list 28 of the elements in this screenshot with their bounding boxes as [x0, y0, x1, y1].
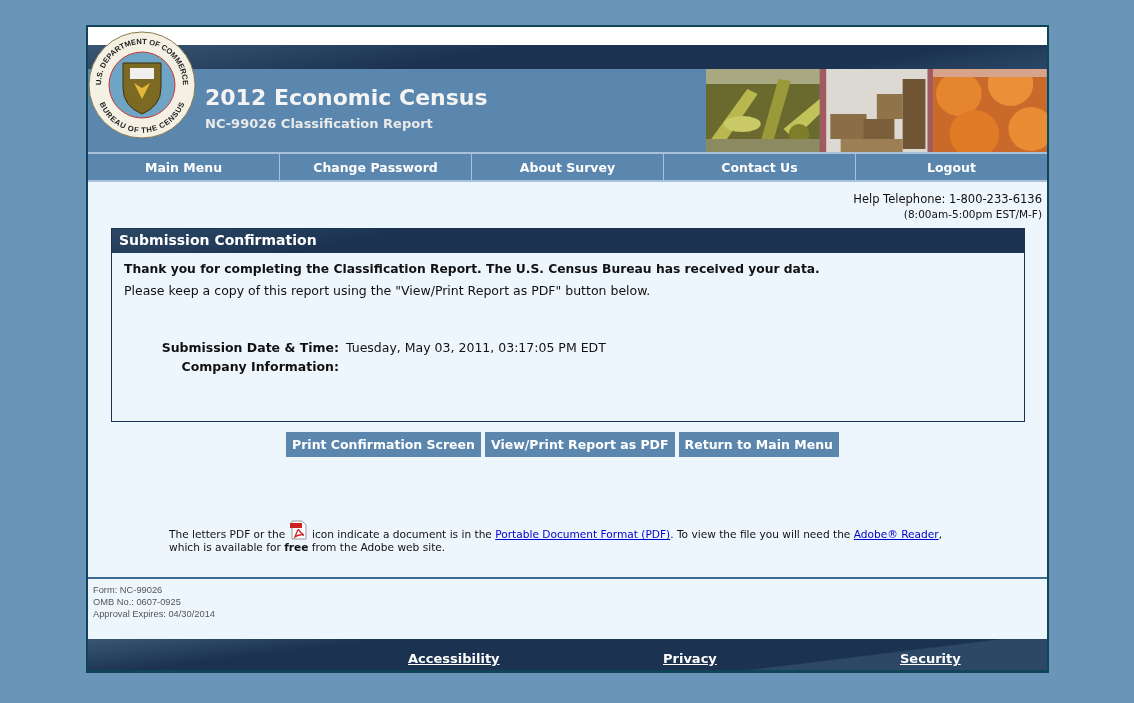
nav-link[interactable]: Contact Us	[663, 154, 855, 180]
form-info: OMB No.: 0607-0925	[93, 597, 182, 607]
pdf-format-link[interactable]: Portable Document Format (PDF)	[495, 528, 671, 540]
field-label: Company Information:	[180, 359, 339, 374]
site-title: 2012 Economic Census	[205, 85, 489, 110]
nav-link[interactable]: About Survey	[471, 154, 663, 180]
action-button[interactable]: Print Confirmation Screen	[286, 432, 481, 457]
footer-link[interactable]: Security	[900, 651, 961, 666]
report-subtitle: NC-99026 Classification Report	[205, 116, 434, 131]
field-value: Tuesday, May 03, 2011, 03:17:05 PM EDT	[346, 340, 607, 355]
footer-link[interactable]: Privacy	[663, 651, 717, 666]
action-button[interactable]: View/Print Report as PDF	[484, 432, 675, 457]
footer-link[interactable]: Accessibility	[408, 651, 500, 666]
form-info: Approval Expires: 04/30/2014	[93, 609, 216, 619]
form-info: Form: NC-99026	[93, 585, 164, 595]
nav-link[interactable]: Main Menu	[88, 154, 279, 180]
panel-title: Submission Confirmation	[112, 229, 1024, 253]
action-button[interactable]: Return to Main Menu	[678, 432, 839, 457]
help-telephone: Help Telephone: 1-800-233-6136	[853, 192, 1042, 206]
field-label: Submission Date & Time:	[160, 340, 339, 355]
help-hours: (8:00am-5:00pm EST/M-F)	[903, 208, 1042, 220]
adobe-reader-link[interactable]: Adobe® Reader	[853, 528, 939, 540]
nav-link[interactable]: Change Password	[279, 154, 471, 180]
thanks-message: Thank you for completing the Classification Report. The U.S. Census Bureau has received your data.	[124, 262, 821, 276]
instruction-text: Please keep a copy of this report using the "View/Print Report as PDF" button below.	[124, 283, 652, 298]
pdf-note: The letters PDF or the icon indicate a document is in the Portable Document Format (PDF). To view the file you will need the Adobe® Reader, which is available for free from the Adobe web site.	[169, 520, 957, 554]
pdf-icon	[288, 520, 309, 540]
nav-link[interactable]: Logout	[855, 154, 1047, 180]
